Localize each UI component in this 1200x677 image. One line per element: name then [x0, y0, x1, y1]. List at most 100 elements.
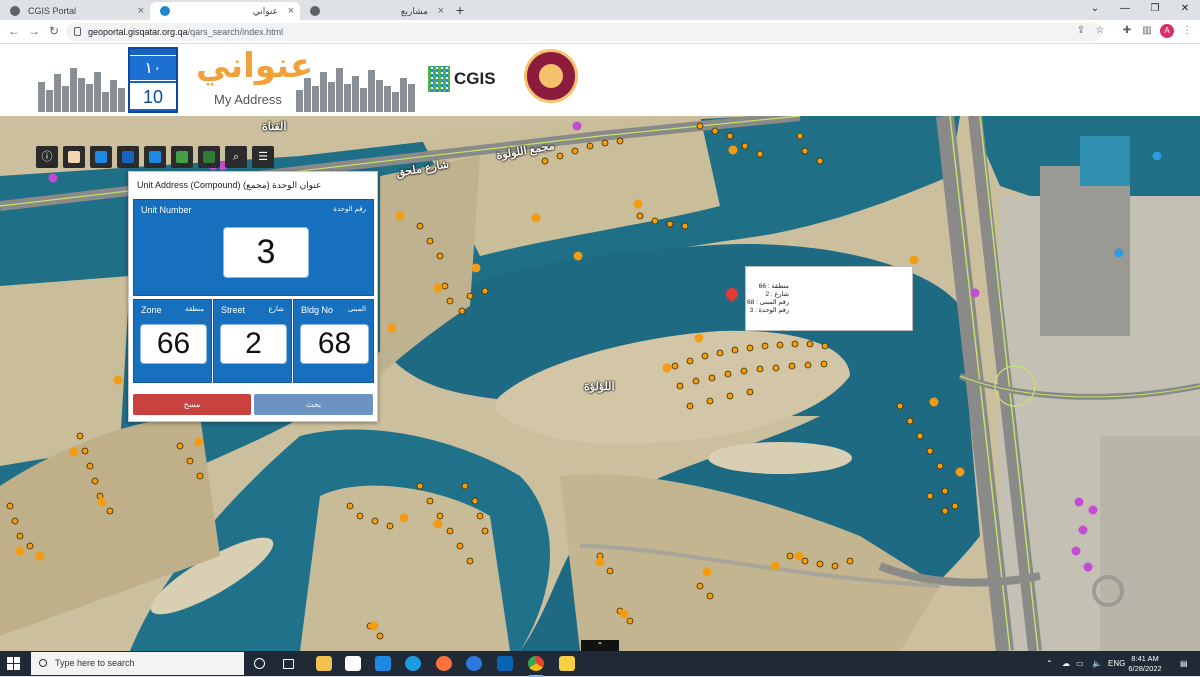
blue-plate-icon	[149, 151, 161, 163]
plate-number-arabic: ١٠	[130, 55, 176, 81]
unit-number-input[interactable]: 3	[223, 227, 309, 278]
address-plate-logo: ١٠ 10	[128, 47, 178, 113]
maximize-icon[interactable]: ❐	[1140, 0, 1170, 18]
clock-date: 6/28/2022	[1128, 664, 1162, 673]
outlook-icon[interactable]	[497, 656, 513, 671]
list-icon: ☰	[258, 151, 268, 163]
green-sign-icon	[203, 151, 215, 163]
minimize-icon[interactable]: —	[1110, 0, 1140, 18]
zone-input[interactable]: 66	[140, 324, 207, 364]
zone-sign-button[interactable]	[198, 146, 220, 168]
taskbar-clock[interactable]: 8:41 AM 6/28/2022	[1122, 654, 1168, 674]
menu-kebab-icon[interactable]: ⋮	[1180, 24, 1194, 38]
tab-title: CGIS Portal	[28, 6, 77, 16]
address-bar[interactable]: geoportal.gisqatar.org.qa/qars_search/in…	[66, 23, 1102, 41]
tab-projects[interactable]: مشاريع ×	[300, 2, 450, 20]
mail-icon[interactable]	[375, 656, 391, 671]
street-label: Street	[221, 305, 246, 315]
skyline-graphic	[38, 66, 125, 112]
tab-search-icon[interactable]: ⌄	[1080, 0, 1110, 18]
info-icon: ⓘ	[41, 151, 53, 163]
street-input[interactable]: 2	[220, 324, 287, 364]
building-input[interactable]: 68	[300, 324, 369, 364]
skyline-graphic	[296, 66, 415, 112]
task-view-icon[interactable]	[283, 659, 294, 669]
lock-icon	[74, 27, 81, 36]
unit-address-button[interactable]	[90, 146, 112, 168]
globe-icon	[10, 6, 20, 16]
blue-plate-icon	[122, 151, 134, 163]
url-host: geoportal.gisqatar.org.qa	[88, 27, 188, 37]
tray-chevron-icon[interactable]: ⌃	[1046, 651, 1053, 676]
bookmark-star-icon[interactable]: ☆	[1093, 24, 1107, 38]
site-header: ١٠ 10 عنواني My Address CGIS	[0, 44, 1200, 116]
unit-number-label-arabic: رقم الوحدة	[333, 206, 366, 213]
unit-address-panel: Unit Address (Compound) (مجمع) عنوان الو…	[128, 171, 378, 422]
unit-number-label: Unit Number	[141, 205, 192, 215]
cortana-icon[interactable]	[254, 658, 265, 669]
windows-taskbar: Type here to search ⌃ ☁ ▭ 🔈 ENG 8:41 AM …	[0, 651, 1200, 677]
network-icon[interactable]: ▭	[1076, 651, 1084, 676]
building-label: Bldg No	[301, 305, 334, 315]
taskbar-search-input[interactable]: Type here to search	[31, 652, 244, 675]
compound-address-button[interactable]	[117, 146, 139, 168]
close-tab-icon[interactable]: ×	[138, 2, 144, 20]
zone-label: Zone	[141, 305, 162, 315]
zone-box: Zone منطقة 66	[133, 299, 212, 383]
app-icon[interactable]	[559, 656, 575, 671]
browser-tab-strip: CGIS Portal × عنواني × مشاريع × + ⌄ — ❐ …	[0, 0, 1200, 20]
window-controls: ⌄ — ❐ ✕	[1080, 0, 1200, 18]
plate-number: 10	[130, 83, 176, 109]
url-path: /qars_search/index.html	[187, 27, 284, 37]
tab-title: عنواني	[252, 6, 278, 16]
address-form-button[interactable]	[63, 146, 85, 168]
map-toolbar: ⓘ ⌕ ☰	[36, 146, 274, 168]
volume-icon[interactable]: 🔈	[1092, 651, 1102, 676]
edge-legacy-icon[interactable]	[405, 656, 421, 671]
notifications-icon[interactable]: ▤	[1180, 651, 1188, 676]
search-button[interactable]: ⌕	[225, 146, 247, 168]
unit-number-box: Unit Number رقم الوحدة 3	[133, 199, 374, 296]
close-window-icon[interactable]: ✕	[1170, 0, 1200, 18]
brand-title-english: My Address	[214, 92, 282, 107]
tab-title: مشاريع	[400, 6, 428, 16]
windows-start-icon[interactable]	[7, 657, 20, 670]
globe-icon	[310, 6, 320, 16]
building-address-button[interactable]	[144, 146, 166, 168]
tab-cgis-portal[interactable]: CGIS Portal ×	[0, 2, 150, 20]
street-box: Street شارع 2	[213, 299, 292, 383]
reload-icon[interactable]: ↻	[46, 23, 62, 39]
side-panel-icon[interactable]: ▥	[1140, 24, 1154, 38]
popup-building-line: رقم المبنى : 68	[747, 299, 789, 306]
cgis-logo-text: CGIS	[454, 69, 496, 88]
qatar-emblem-logo	[524, 49, 578, 103]
avatar[interactable]: A	[1160, 24, 1174, 38]
info-button[interactable]: ⓘ	[36, 146, 58, 168]
tab-my-address[interactable]: عنواني ×	[150, 2, 300, 20]
firefox-icon[interactable]	[436, 656, 452, 671]
building-box: Bldg No المبنى 68	[293, 299, 374, 383]
layers-list-button[interactable]: ☰	[252, 146, 274, 168]
brand-title-arabic: عنواني	[196, 46, 314, 86]
close-tab-icon[interactable]: ×	[438, 2, 444, 20]
popup-street-line: شارع : 2	[765, 291, 790, 298]
form-icon	[68, 151, 80, 163]
search-icon: ⌕	[232, 151, 240, 163]
close-tab-icon[interactable]: ×	[288, 2, 294, 20]
clear-button[interactable]: مسح	[133, 394, 251, 415]
file-explorer-icon[interactable]	[316, 656, 332, 671]
extensions-icon[interactable]: ✚	[1120, 24, 1134, 38]
edge-icon[interactable]	[466, 656, 482, 671]
share-icon[interactable]: ⇪	[1074, 24, 1088, 38]
new-tab-button[interactable]: +	[450, 2, 470, 20]
forward-icon[interactable]: →	[26, 23, 42, 39]
panel-title: Unit Address (Compound) (مجمع) عنوان الو…	[137, 180, 322, 190]
chrome-icon[interactable]	[528, 656, 544, 677]
popup-zone-line: منطقة : 66	[758, 283, 789, 290]
street-sign-button[interactable]	[171, 146, 193, 168]
microsoft-store-icon[interactable]	[345, 656, 361, 671]
street-label-arabic: شارع	[268, 306, 284, 313]
taskbar-search-placeholder: Type here to search	[55, 658, 135, 668]
search-address-button[interactable]: بحث	[254, 394, 373, 415]
back-icon[interactable]: ←	[6, 23, 22, 39]
